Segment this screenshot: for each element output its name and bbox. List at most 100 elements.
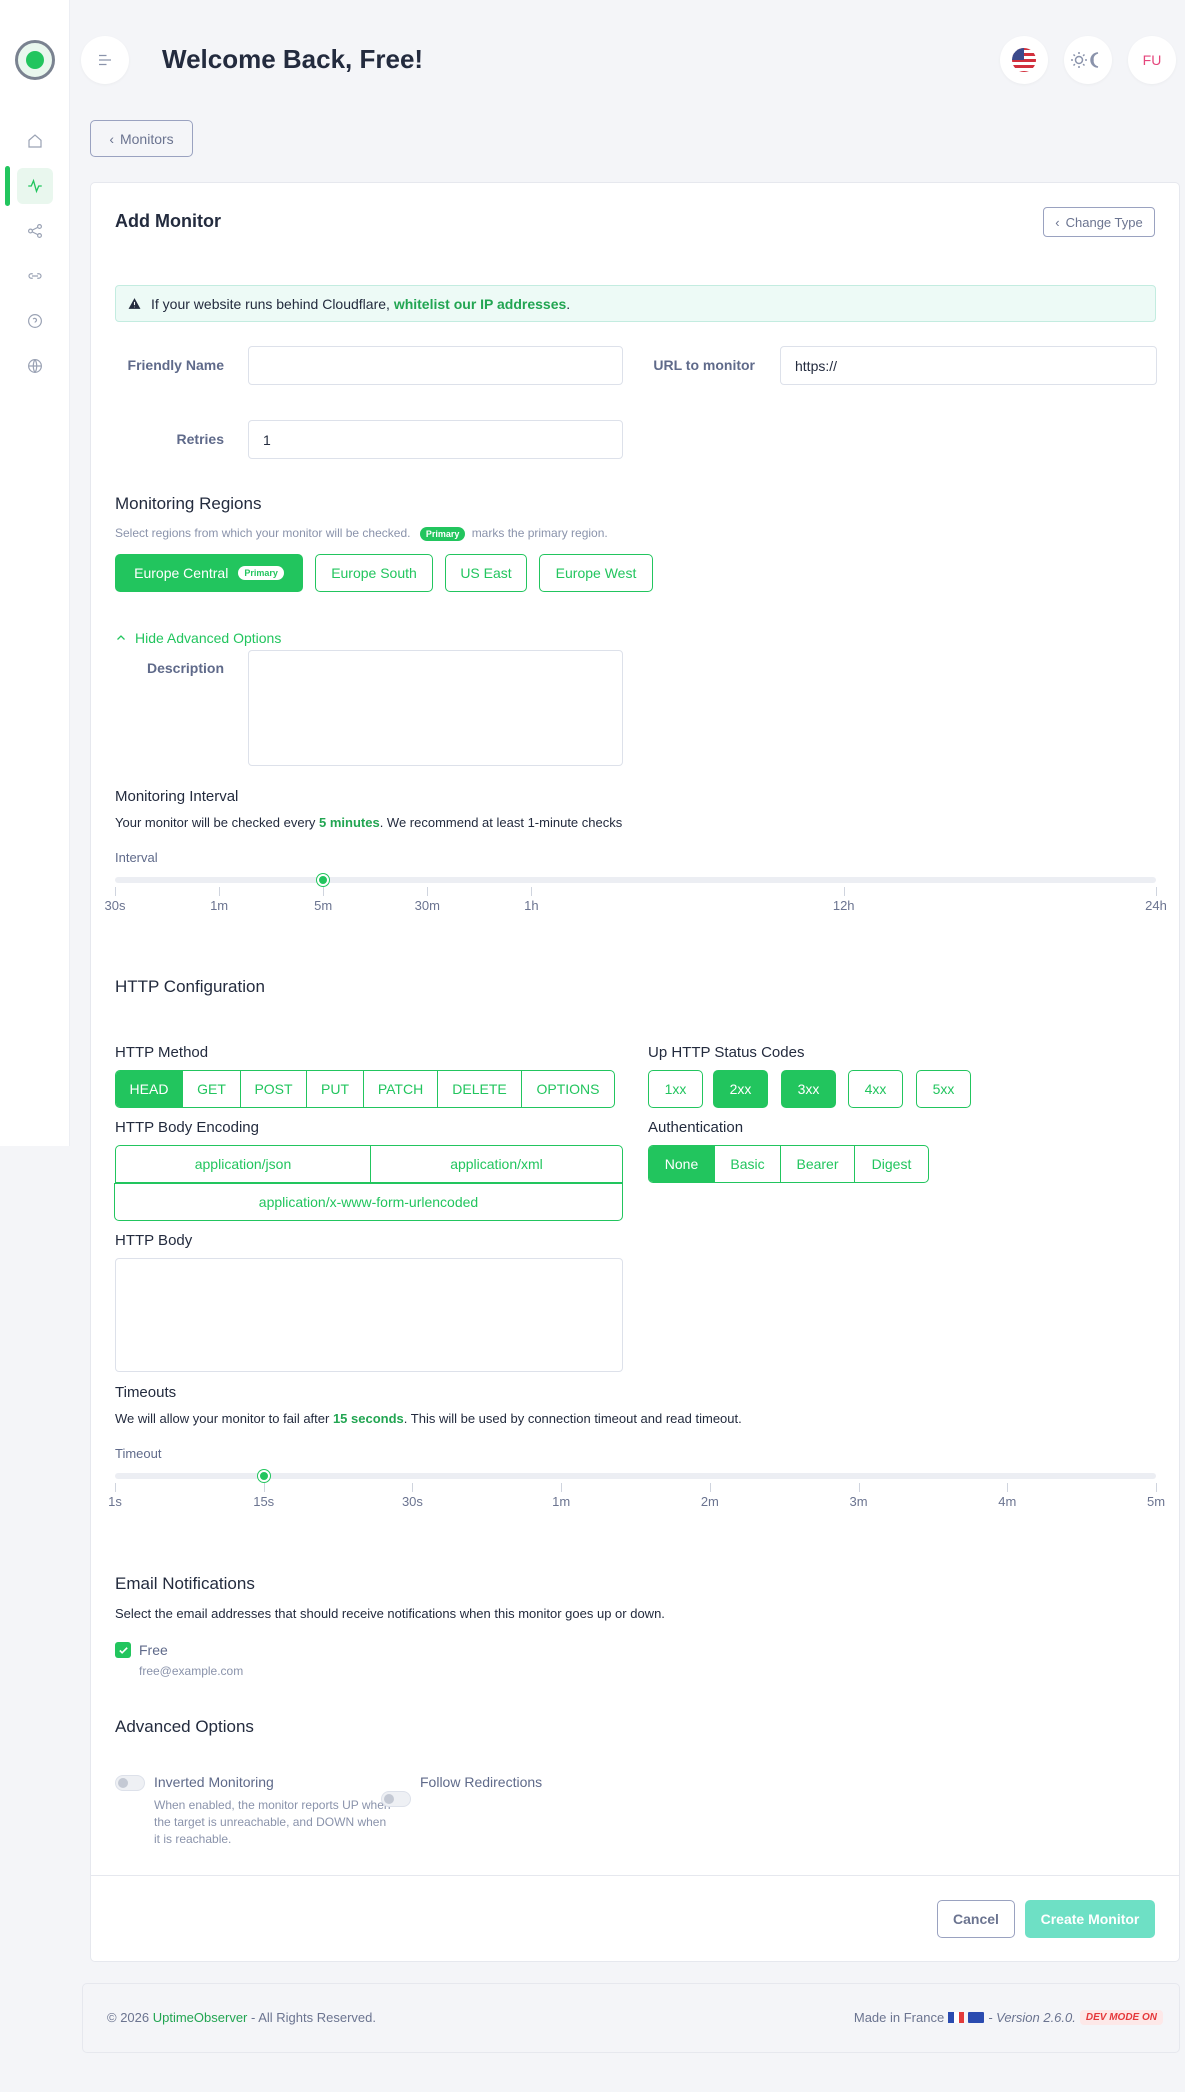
inverted-monitoring-toggle[interactable] xyxy=(115,1775,145,1791)
primary-badge: Primary xyxy=(238,566,284,580)
timeout-tick xyxy=(709,1483,711,1492)
interval-tick xyxy=(219,887,221,896)
interval-slider-label: Interval xyxy=(115,850,158,865)
interval-tick xyxy=(1156,887,1157,896)
timeout-tick xyxy=(1156,1483,1157,1492)
interval-tick-label: 1h xyxy=(524,898,539,913)
method-get[interactable]: GET xyxy=(183,1071,241,1107)
sidebar-item-integrations[interactable] xyxy=(17,213,53,249)
timeout-tick-label: 5m xyxy=(1146,1494,1166,1509)
us-flag-icon xyxy=(1012,48,1036,72)
inverted-monitoring-help: When enabled, the monitor reports UP whe… xyxy=(154,1798,391,1846)
avatar[interactable]: FU xyxy=(1128,36,1176,84)
description-textarea[interactable] xyxy=(248,650,623,766)
status-1xx[interactable]: 1xx xyxy=(648,1070,703,1108)
status-3xx[interactable]: 3xx xyxy=(781,1070,836,1108)
page-title: Welcome Back, Free! xyxy=(162,44,424,74)
interval-slider-thumb[interactable] xyxy=(317,874,330,886)
check-icon xyxy=(118,1646,128,1654)
auth-none[interactable]: None xyxy=(649,1146,715,1182)
sidebar-item-help[interactable] xyxy=(17,303,53,339)
timeout-slider-track[interactable] xyxy=(115,1473,1156,1479)
back-to-monitors-button[interactable]: ‹ Monitors xyxy=(90,120,193,157)
interval-slider-track[interactable] xyxy=(115,877,1156,883)
cloudflare-alert: If your website runs behind Cloudflare, … xyxy=(115,285,1156,322)
status-2xx[interactable]: 2xx xyxy=(713,1070,768,1108)
timeout-tick-label: 4m xyxy=(998,1494,1017,1509)
interval-tick xyxy=(531,887,533,896)
auth-bearer[interactable]: Bearer xyxy=(781,1146,855,1182)
sidebar-item-home[interactable] xyxy=(17,123,53,159)
method-head[interactable]: HEAD xyxy=(116,1071,183,1107)
chevron-left-icon: ‹ xyxy=(109,130,114,147)
chevron-left-icon: ‹ xyxy=(1055,214,1060,230)
status-5xx[interactable]: 5xx xyxy=(916,1070,971,1108)
interval-title: Monitoring Interval xyxy=(115,788,239,805)
http-method-group: HEAD GET POST PUT PATCH DELETE OPTIONS xyxy=(115,1070,615,1108)
inverted-monitoring-label: Inverted Monitoring xyxy=(154,1774,274,1790)
whitelist-link[interactable]: whitelist our IP addresses xyxy=(394,296,566,312)
encoding-form-urlencoded[interactable]: application/x-www-form-urlencoded xyxy=(114,1183,623,1221)
method-put[interactable]: PUT xyxy=(307,1071,364,1107)
auth-digest[interactable]: Digest xyxy=(855,1146,928,1182)
method-post[interactable]: POST xyxy=(241,1071,307,1107)
chevron-up-icon xyxy=(117,635,125,640)
home-icon xyxy=(28,134,42,148)
http-config-title: HTTP Configuration xyxy=(115,977,265,996)
email-title: Email Notifications xyxy=(115,1574,255,1593)
interval-tick-label: 5m xyxy=(314,898,333,913)
advanced-options-title: Advanced Options xyxy=(115,1717,254,1736)
region-us-east[interactable]: US East xyxy=(445,554,527,592)
status-4xx[interactable]: 4xx xyxy=(848,1070,903,1108)
authentication-label: Authentication xyxy=(648,1119,744,1136)
regions-title: Monitoring Regions xyxy=(115,494,262,513)
email-recipient-checkbox[interactable] xyxy=(115,1642,131,1658)
brand-link[interactable]: UptimeObserver xyxy=(153,2010,248,2025)
encoding-xml[interactable]: application/xml xyxy=(370,1145,623,1183)
friendly-name-input[interactable] xyxy=(248,346,623,385)
interval-tick xyxy=(427,887,429,896)
email-text: Select the email addresses that should r… xyxy=(115,1606,665,1621)
menu-toggle-button[interactable] xyxy=(81,36,129,84)
cancel-button[interactable]: Cancel xyxy=(937,1900,1015,1938)
timeout-tick-label: 2m xyxy=(700,1494,719,1509)
sidebar-item-status[interactable] xyxy=(17,348,53,384)
timeout-tick xyxy=(858,1483,860,1492)
region-europe-central[interactable]: Europe Central Primary xyxy=(115,554,303,592)
logo[interactable] xyxy=(15,40,55,80)
create-monitor-button[interactable]: Create Monitor xyxy=(1025,1900,1155,1938)
region-europe-west[interactable]: Europe West xyxy=(539,554,653,592)
timeouts-text: We will allow your monitor to fail after… xyxy=(115,1411,742,1426)
interval-tick xyxy=(115,887,116,896)
change-type-button[interactable]: ‹ Change Type xyxy=(1043,207,1155,237)
theme-toggle-button[interactable] xyxy=(1064,36,1112,84)
timeout-tick xyxy=(412,1483,414,1492)
france-flag-icon xyxy=(948,2012,965,2023)
follow-redirections-toggle[interactable] xyxy=(381,1791,411,1807)
status-codes-label: Up HTTP Status Codes xyxy=(648,1044,805,1061)
timeout-slider-thumb[interactable] xyxy=(257,1470,270,1482)
interval-tick xyxy=(843,887,845,896)
retries-input[interactable]: 1 xyxy=(248,420,623,459)
url-label: URL to monitor xyxy=(653,357,755,373)
method-delete[interactable]: DELETE xyxy=(438,1071,522,1107)
language-button[interactable] xyxy=(1000,36,1048,84)
friendly-name-label: Friendly Name xyxy=(127,357,224,373)
interval-tick-label: 24h xyxy=(1145,898,1167,913)
globe-icon xyxy=(28,359,42,373)
region-europe-south[interactable]: Europe South xyxy=(315,554,433,592)
primary-pill: Primary xyxy=(419,526,466,541)
http-body-textarea[interactable] xyxy=(115,1258,623,1372)
method-patch[interactable]: PATCH xyxy=(364,1071,438,1107)
card-title: Add Monitor xyxy=(115,211,221,231)
sidebar-item-links[interactable] xyxy=(17,258,53,294)
auth-basic[interactable]: Basic xyxy=(715,1146,781,1182)
encoding-json[interactable]: application/json xyxy=(115,1145,371,1183)
url-input[interactable]: https:// xyxy=(780,346,1157,385)
sidebar-item-monitors[interactable] xyxy=(17,168,53,204)
link-icon xyxy=(28,273,42,279)
timeouts-title: Timeouts xyxy=(115,1384,177,1401)
timeout-tick xyxy=(561,1483,563,1492)
hide-advanced-toggle[interactable]: Hide Advanced Options xyxy=(115,630,281,646)
method-options[interactable]: OPTIONS xyxy=(522,1071,614,1107)
